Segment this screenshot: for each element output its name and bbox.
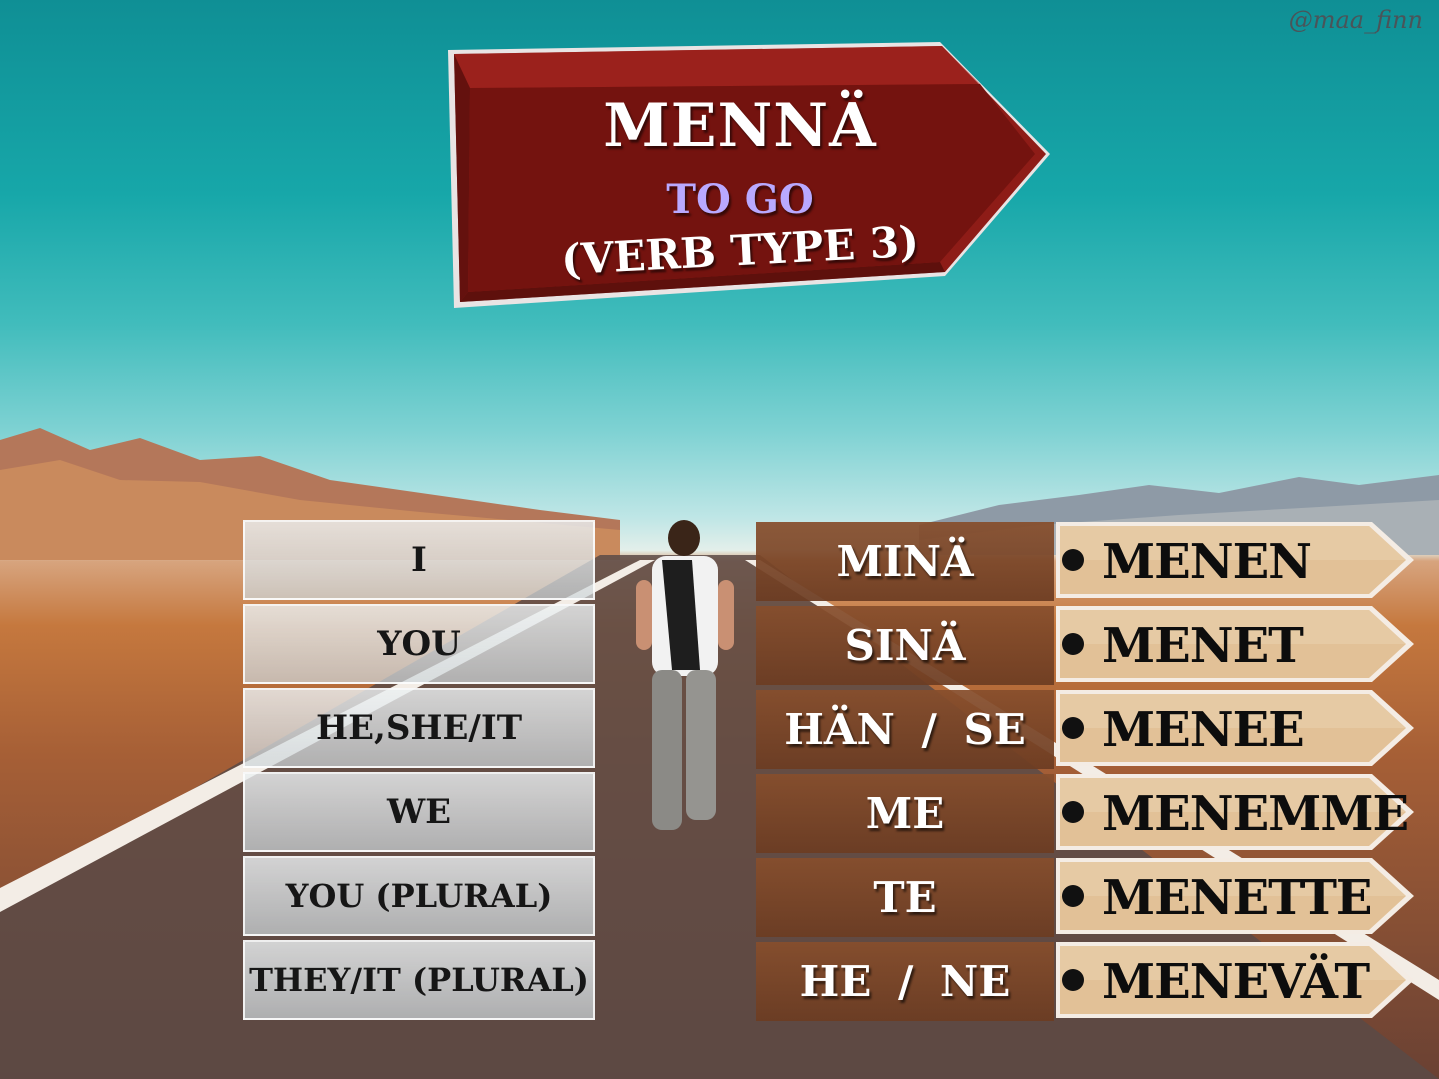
verb-form: MENET [1102,618,1304,674]
finnish-pronoun: ME [756,774,1054,853]
conjugation-label: MENEMME [1062,778,1409,848]
conjugation-label: MENEVÄT [1062,946,1370,1016]
walking-person [636,520,734,830]
english-pronoun: YOU (PLURAL) [243,856,595,936]
conjugation-arrow: MENETTE [1056,856,1416,936]
bullet-icon [1062,716,1084,739]
finnish-pronoun: MINÄ [756,522,1054,601]
english-pronoun: I [243,520,595,600]
conjugation-column: MENEN MENET MENEE MENEMME MENETTE MENEVÄ… [1056,520,1416,1024]
conjugation-label: MENET [1062,610,1304,680]
conjugation-arrow: MENEVÄT [1056,940,1416,1020]
bullet-icon [1062,800,1084,823]
conjugation-label: MENETTE [1062,862,1372,932]
bullet-icon [1062,884,1084,907]
english-pronoun-column: I YOU HE,SHE/IT WE YOU (PLURAL) THEY/IT … [243,520,595,1024]
english-pronoun: HE,SHE/IT [243,688,595,768]
verb-form: MENETTE [1102,870,1372,926]
finnish-pronoun: TE [756,858,1054,937]
english-pronoun: WE [243,772,595,852]
english-pronoun: THEY/IT (PLURAL) [243,940,595,1020]
verb-form: MENEMME [1102,786,1409,842]
finnish-pronoun: HÄN / SE [756,690,1054,769]
verb-title: MENNÄ [603,91,877,161]
bullet-icon [1062,968,1084,991]
title-sign: MENNÄ TO GO (VERB TYPE 3) [440,36,1052,311]
bullet-icon [1062,548,1084,571]
conjugation-arrow: MENEMME [1056,772,1416,852]
verb-form: MENEVÄT [1102,954,1370,1010]
conjugation-arrow: MENET [1056,604,1416,684]
conjugation-arrow: MENEN [1056,520,1416,600]
conjugation-label: MENEE [1062,694,1305,764]
finnish-pronoun: SINÄ [756,606,1054,685]
finnish-pronoun: HE / NE [756,942,1054,1021]
conjugation-label: MENEN [1062,526,1312,596]
verb-form: MENEE [1102,702,1305,758]
bullet-icon [1062,632,1084,655]
verb-form: MENEN [1102,534,1312,590]
english-pronoun: YOU [243,604,595,684]
finnish-pronoun-column: MINÄ SINÄ HÄN / SE ME TE HE / NE [756,522,1054,1026]
watermark: @maa_finn [1288,6,1423,34]
conjugation-arrow: MENEE [1056,688,1416,768]
